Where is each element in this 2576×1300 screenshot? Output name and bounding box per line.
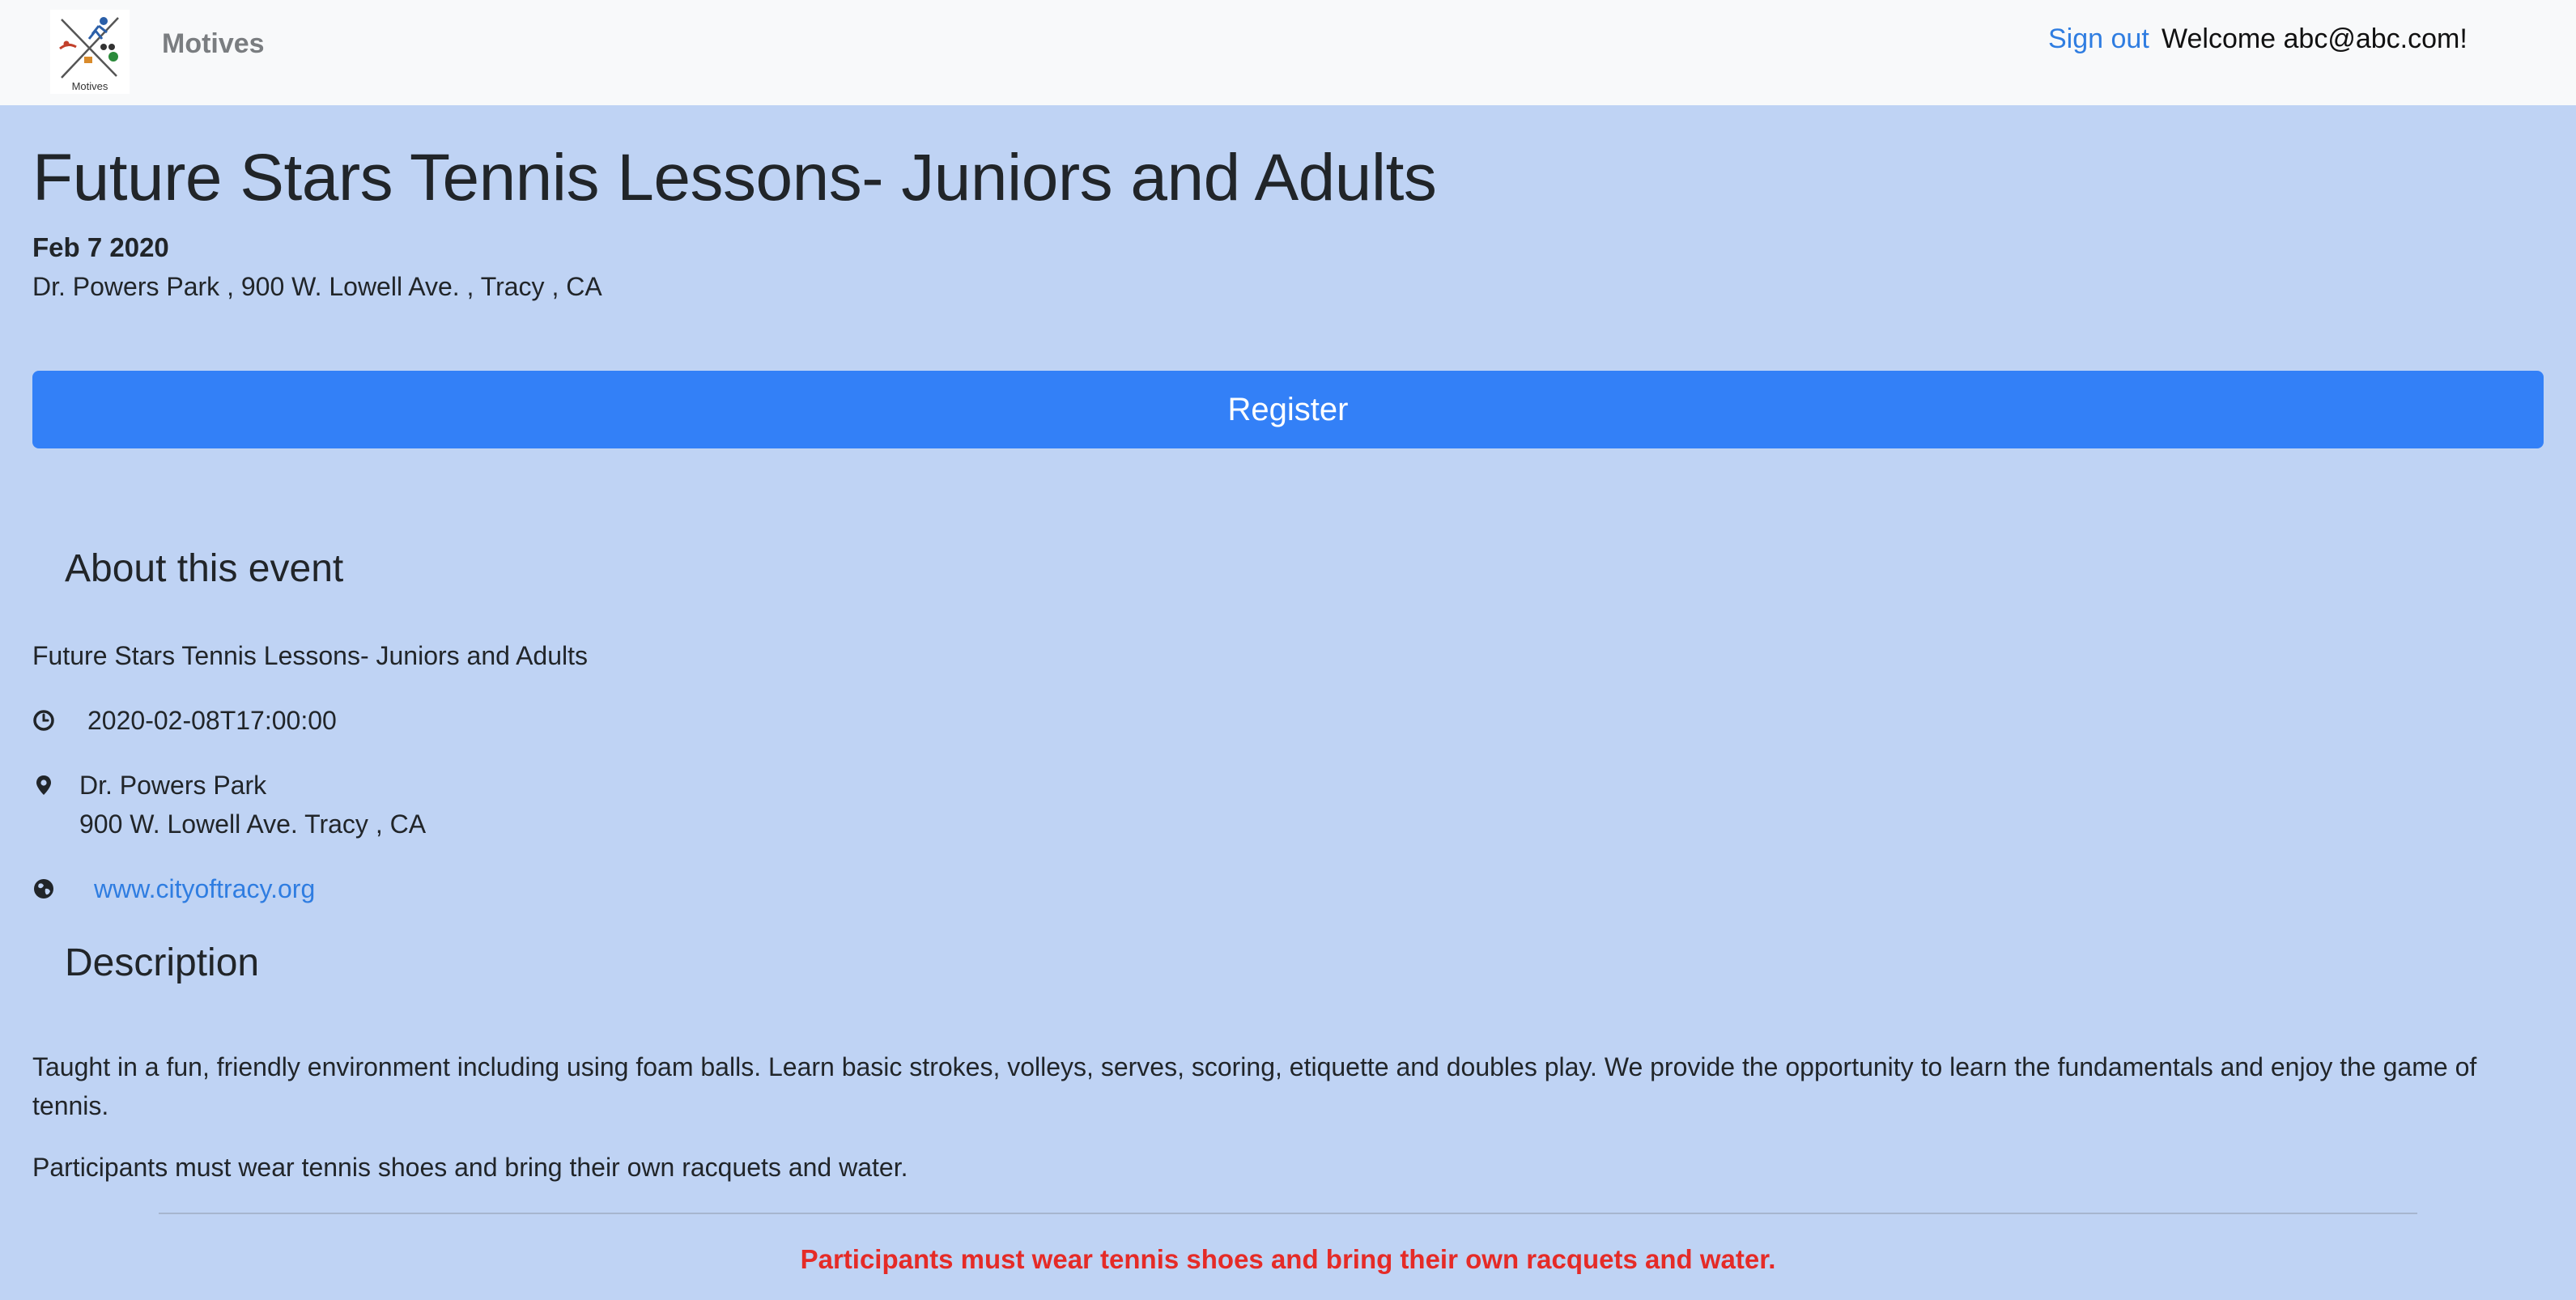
motives-logo-icon: Motives <box>50 10 130 94</box>
venue-address: 900 W. Lowell Ave. Tracy , CA <box>79 809 427 839</box>
brand-link[interactable]: Motives <box>162 28 265 60</box>
sign-out-link[interactable]: Sign out <box>2048 23 2149 55</box>
event-title: Future Stars Tennis Lessons- Juniors and… <box>32 141 1437 215</box>
event-date: Feb 7 2020 <box>32 232 169 262</box>
globe-icon <box>32 877 55 900</box>
motives-logo[interactable]: Motives <box>50 10 130 94</box>
about-heading: About this event <box>65 547 344 590</box>
event-datetime: 2020-02-08T17:00:00 <box>87 706 337 735</box>
clock-icon <box>32 709 55 732</box>
divider <box>159 1213 2417 1214</box>
map-marker-icon <box>32 774 55 797</box>
description-paragraph-2: Participants must wear tennis shoes and … <box>32 1153 908 1182</box>
navbar: Motives Motives Sign out Welcome abc@abc… <box>0 0 2576 105</box>
event-address: Dr. Powers Park , 900 W. Lowell Ave. , T… <box>32 272 602 301</box>
website-link[interactable]: www.cityoftracy.org <box>94 873 315 905</box>
register-button[interactable]: Register <box>32 371 2544 448</box>
description-paragraph-1: Taught in a fun, friendly environment in… <box>32 1052 2477 1120</box>
warning-notice: Participants must wear tennis shoes and … <box>800 1244 1776 1274</box>
venue-name: Dr. Powers Park <box>79 771 267 800</box>
about-event-name: Future Stars Tennis Lessons- Juniors and… <box>32 641 588 670</box>
logo-text: Motives <box>72 80 108 92</box>
welcome-message: Welcome abc@abc.com! <box>2162 23 2468 54</box>
description-heading: Description <box>65 941 260 984</box>
